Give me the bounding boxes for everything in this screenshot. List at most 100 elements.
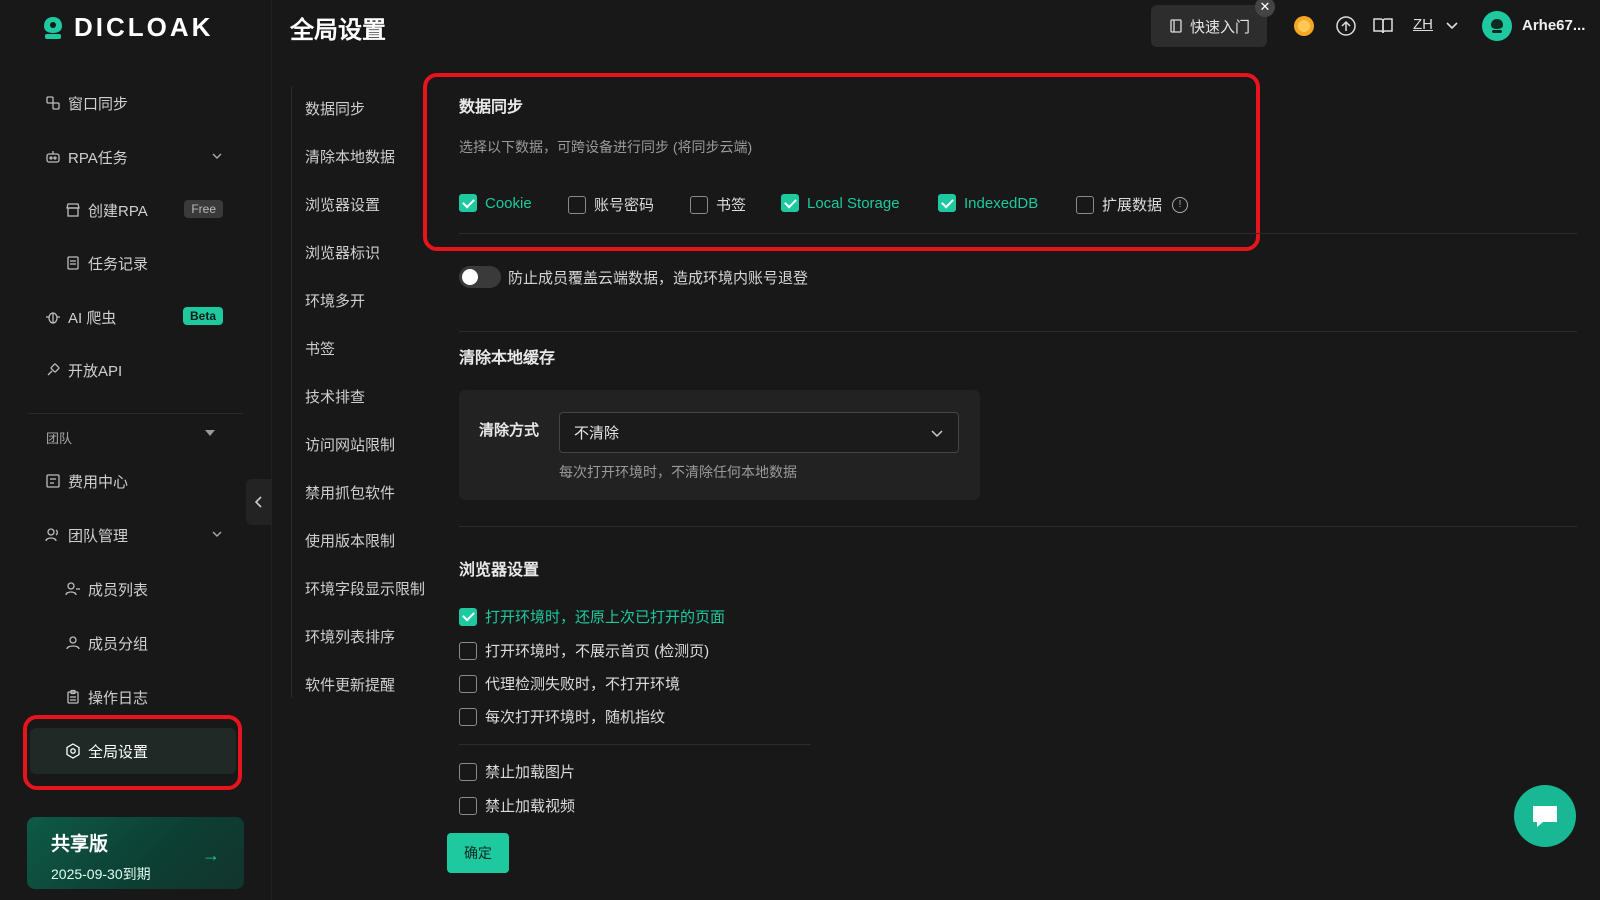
sync-option-indexeddb[interactable]: IndexedDB [938,194,1038,212]
checkbox[interactable] [459,762,477,781]
sync-option-passwords[interactable]: 账号密码 [568,194,654,215]
submenu-item-update-reminder[interactable]: 软件更新提醒 [305,674,395,695]
avatar[interactable] [1482,11,1512,41]
submenu-item-site-restrictions[interactable]: 访问网站限制 [305,434,395,455]
chevron-down-icon[interactable] [1445,18,1459,32]
coin-icon[interactable] [1292,14,1316,38]
prevent-overwrite-label: 防止成员覆盖云端数据，造成环境内账号退登 [508,270,809,287]
checkbox[interactable] [781,194,799,212]
submenu-item-version-limit[interactable]: 使用版本限制 [305,530,395,551]
checkbox[interactable] [690,195,708,214]
plan-expiry: 2025-09-30到期 [51,866,151,882]
browser-option-block-videos[interactable]: 禁止加载视频 [459,795,575,816]
collapse-sidebar-button[interactable] [246,479,272,525]
clear-cache-title: 清除本地缓存 [459,350,556,367]
beta-badge: Beta [182,307,223,325]
sidebar-item-billing[interactable]: 费用中心 [44,466,223,496]
sidebar-item-ai-crawler[interactable]: AI 爬虫 Beta [44,302,223,332]
section-divider [459,233,1577,234]
section-divider [459,526,1577,527]
logo-text: DICLOAK [74,12,214,42]
quick-start-label: 快速入门 [1189,18,1250,36]
chevron-left-icon [254,496,262,508]
info-icon[interactable]: ! [1172,196,1189,213]
plan-card[interactable]: 共享版 2025-09-30到期 → [27,817,244,889]
sidebar-item-team-management[interactable]: 团队管理 [44,520,223,550]
sidebar-item-label: RPA任务 [68,149,128,167]
checkbox[interactable] [459,674,477,693]
sidebar-item-label: 团队管理 [68,527,129,545]
plan-title: 共享版 [51,834,109,855]
submenu-item-data-sync[interactable]: 数据同步 [305,98,365,119]
submenu-item-clear-local-data[interactable]: 清除本地数据 [305,146,395,167]
quick-start-button[interactable]: 快速入门 [1151,5,1267,47]
sidebar-item-create-rpa[interactable]: 创建RPA Free [64,195,223,225]
browser-option-restore-pages[interactable]: 打开环境时，还原上次已打开的页面 [459,606,725,627]
prevent-overwrite-toggle[interactable] [459,266,501,288]
sidebar-item-task-records[interactable]: 任务记录 [64,248,223,278]
submenu-item-field-display-limit[interactable]: 环境字段显示限制 [305,578,425,599]
sync-option-extension-data[interactable]: 扩展数据 ! [1076,194,1189,215]
browser-option-proxy-fail[interactable]: 代理检测失败时，不打开环境 [459,673,680,694]
sync-option-bookmarks[interactable]: 书签 [690,194,746,215]
submenu-item-troubleshooting[interactable]: 技术排查 [305,386,365,407]
bug-icon [44,308,62,326]
submenu-item-list-sorting[interactable]: 环境列表排序 [305,626,395,647]
submenu-item-browser-settings[interactable]: 浏览器设置 [305,194,380,215]
username[interactable]: Arhe67... [1522,17,1585,34]
free-badge: Free [184,200,223,218]
browser-option-random-fingerprint[interactable]: 每次打开环境时，随机指纹 [459,706,665,727]
sidebar-item-global-settings[interactable]: 全局设置 [64,736,223,766]
chat-button[interactable] [1514,785,1576,847]
section-divider [459,331,1577,332]
clear-method-label: 清除方式 [479,422,540,439]
sidebar-item-label: AI 爬虫 [68,309,117,327]
browser-option-block-images[interactable]: 禁止加载图片 [459,761,575,782]
submenu-item-multi-open[interactable]: 环境多开 [305,290,365,311]
checkbox[interactable] [459,796,477,815]
checkbox[interactable] [459,607,477,626]
upload-icon[interactable] [1334,14,1358,38]
user-avatar-icon [1491,19,1503,33]
clear-method-select[interactable]: 不清除 [559,412,959,453]
sidebar-item-open-api[interactable]: 开放API [44,355,223,385]
close-icon[interactable]: ✕ [1255,0,1275,17]
sidebar-item-member-list[interactable]: 成员列表 [64,574,223,604]
sync-option-cookie[interactable]: Cookie [459,194,532,212]
checkbox[interactable] [568,195,586,214]
option-divider [459,744,811,745]
chevron-down-icon[interactable] [211,528,223,540]
caret-down-icon[interactable] [205,430,215,436]
member-icon [64,580,82,598]
sync-option-local-storage[interactable]: Local Storage [781,194,900,212]
data-sync-title: 数据同步 [459,99,524,116]
submenu-item-bookmarks[interactable]: 书签 [305,338,335,359]
sidebar-item-operation-log[interactable]: 操作日志 [64,682,223,712]
checkbox[interactable] [459,641,477,660]
sidebar-item-label: 全局设置 [88,743,149,761]
users-icon [44,526,62,544]
arrow-right-icon: → [202,845,220,865]
highlight-data-sync [423,73,1260,251]
confirm-button[interactable]: 确定 [447,833,509,873]
chat-icon [1533,806,1557,827]
sidebar-item-window-sync[interactable]: 窗口同步 [44,88,223,118]
window-sync-icon [44,94,62,112]
language-selector[interactable]: ZH [1413,16,1433,33]
chevron-down-icon[interactable] [211,150,223,162]
checkbox[interactable] [1076,195,1094,214]
app-window: DICLOAK 窗口同步 RPA任务 创建RPA Free 任务记录 AI 爬虫… [0,0,1600,900]
sidebar-item-rpa-tasks[interactable]: RPA任务 [44,142,223,172]
checkbox[interactable] [459,707,477,726]
checkbox[interactable] [459,194,477,212]
sidebar-item-member-groups[interactable]: 成员分组 [64,628,223,658]
sidebar-item-label: 任务记录 [88,255,149,273]
submenu-item-browser-identity[interactable]: 浏览器标识 [305,242,380,263]
submenu-item-disable-sniffers[interactable]: 禁用抓包软件 [305,482,395,503]
clear-method-hint: 每次打开环境时，不清除任何本地数据 [559,464,797,480]
page-title: 全局设置 [290,17,386,44]
browser-option-hide-homepage[interactable]: 打开环境时，不展示首页 (检测页) [459,640,709,661]
checkbox[interactable] [938,194,956,212]
open-book-icon[interactable] [1371,14,1395,38]
group-icon [64,634,82,652]
